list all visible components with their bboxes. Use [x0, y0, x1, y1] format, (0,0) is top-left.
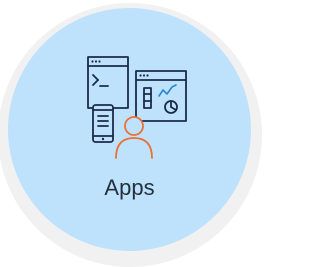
terminal-window-icon: [87, 56, 129, 109]
tile-label: Apps: [104, 175, 154, 200]
apps-tile[interactable]: Apps: [8, 8, 251, 251]
person-icon: [115, 116, 153, 159]
phone-icon: [92, 104, 114, 143]
apps-illustration-icon: Apps: [87, 56, 187, 200]
dashboard-window-icon: [135, 70, 187, 122]
